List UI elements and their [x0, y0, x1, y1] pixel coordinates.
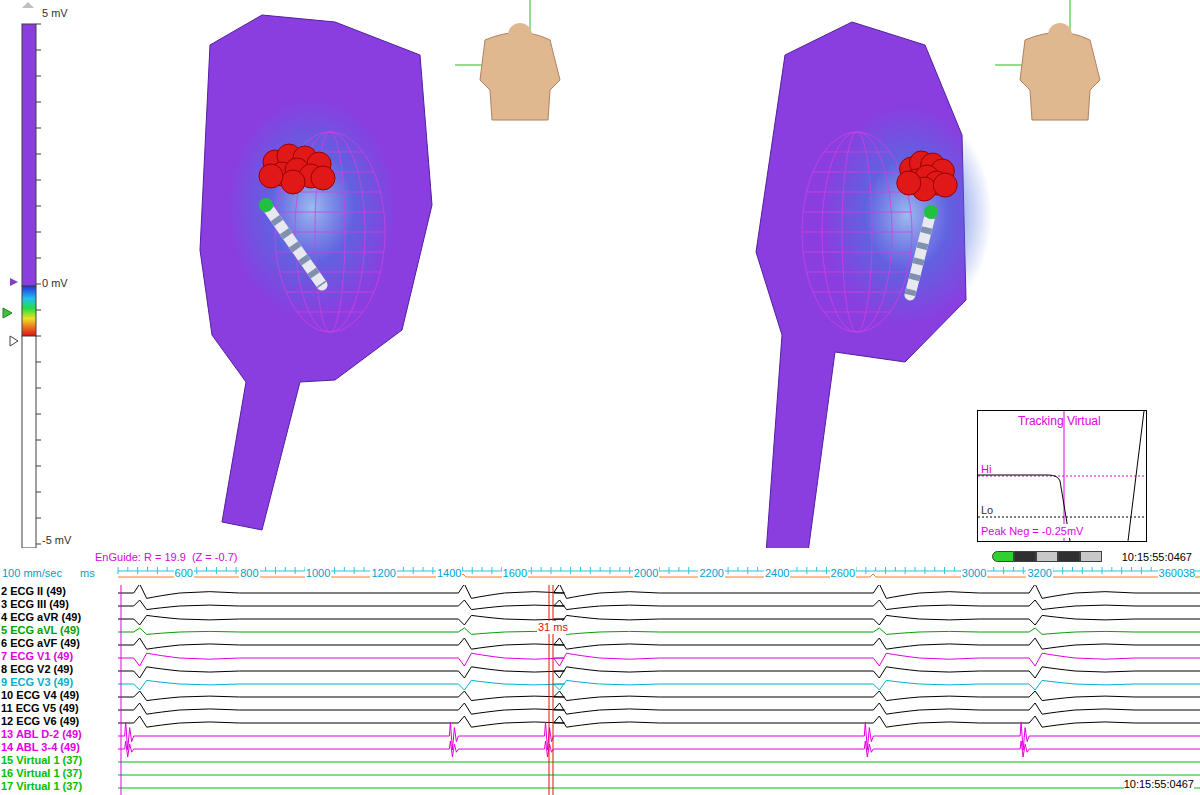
- colorbar-top-label: 5 mV: [42, 5, 68, 22]
- ruler-unit: ms: [80, 565, 95, 582]
- channel-trace: [118, 722, 1200, 750]
- cursor-line[interactable]: [121, 585, 122, 795]
- channel-trace: [118, 775, 1200, 776]
- channel-trace: [118, 585, 1200, 598]
- inset-title: Tracking Virtual: [1018, 412, 1101, 430]
- channel-label[interactable]: 17 Virtual 1 (37): [0, 780, 118, 793]
- progress-segment: [992, 551, 1014, 562]
- channel-label[interactable]: 11 ECG V5 (49): [0, 702, 118, 715]
- trace-canvas[interactable]: [118, 585, 1200, 795]
- inset-reading: Peak Neg = -0.25mV: [981, 524, 1085, 538]
- ruler-tick-label: 1000: [305, 565, 331, 582]
- channel-label[interactable]: 14 ABL 3-4 (49): [0, 741, 118, 754]
- inset-lo-label: Lo: [981, 502, 993, 519]
- channel-trace: [118, 667, 1200, 678]
- ruler-tick-label: 3600: [1158, 565, 1184, 582]
- catheter-icon[interactable]: [259, 198, 322, 285]
- channel-trace: [118, 653, 1200, 666]
- ruler-tick-label: 600: [174, 565, 194, 582]
- channel-trace: [118, 600, 1200, 610]
- status-time: 10:15:55:0467: [1122, 550, 1192, 564]
- channel-label[interactable]: 5 ECG aVL (49): [0, 624, 118, 637]
- progress-segment: [1036, 551, 1058, 562]
- channel-trace: [118, 638, 1200, 649]
- map-viewport[interactable]: 5 mV 0 mV -5 mV Tracking Virtual Hi Lo Peak Ne…: [0, 0, 1200, 548]
- ruler-tick-label: 3000: [961, 565, 987, 582]
- torso-orientation-icon: [455, 0, 560, 120]
- channel-trace: [118, 703, 1200, 714]
- channel-label[interactable]: 4 ECG aVR (49): [0, 611, 118, 624]
- tracking-inset: Tracking Virtual Hi Lo Peak Neg = -0.25mV: [977, 410, 1147, 542]
- ruler-tick-label: 1200: [370, 565, 396, 582]
- ruler-tick-label: 800: [239, 565, 259, 582]
- enguide-readout: EnGuide: R = 19.9 (Z = -0.7): [95, 550, 237, 564]
- heart-geometry[interactable]: [200, 15, 432, 530]
- marker-line[interactable]: [553, 585, 554, 795]
- lesion-markers: [897, 151, 957, 201]
- mesh-ellipse: [802, 132, 912, 332]
- channel-label[interactable]: 7 ECG V1 (49): [0, 650, 118, 663]
- trace-panel[interactable]: 2 ECG II (49)3 ECG III (49)4 ECG aVR (49…: [0, 585, 1200, 795]
- channel-trace: [118, 762, 1200, 763]
- time-ruler: 100 mm/sec ms 600 800 1000 1200 1400 1600 2000 22…: [0, 565, 1200, 585]
- channel-label[interactable]: 16 Virtual 1 (37): [0, 767, 118, 780]
- channel-label[interactable]: 8 ECG V2 (49): [0, 663, 118, 676]
- channel-trace: [118, 741, 1200, 757]
- channel-label[interactable]: 10 ECG V4 (49): [0, 689, 118, 702]
- ruler-tick-label: 1400: [436, 565, 462, 582]
- channel-trace: [118, 680, 1200, 690]
- ruler-tick-label: 2400: [764, 565, 790, 582]
- channel-trace: [118, 716, 1200, 727]
- ruler-tick-label: 1600: [502, 565, 528, 582]
- footer-time: 10:15:55:0467: [1124, 778, 1194, 791]
- progress-segment: [1058, 551, 1080, 562]
- progress-segment: [1014, 551, 1036, 562]
- channel-label[interactable]: 12 ECG V6 (49): [0, 715, 118, 728]
- progress-indicator: [992, 551, 1102, 562]
- catheter-icon[interactable]: [910, 205, 938, 295]
- channel-label[interactable]: 9 ECG V3 (49): [0, 676, 118, 689]
- lesion-markers: [259, 144, 335, 194]
- ruler-speed: 100 mm/sec: [2, 565, 64, 582]
- mapping-screen: 5 mV 0 mV -5 mV Tracking Virtual Hi Lo Peak Ne…: [0, 0, 1200, 795]
- channel-labels: 2 ECG II (49)3 ECG III (49)4 ECG aVR (49…: [0, 585, 118, 795]
- status-row: EnGuide: R = 19.9 (Z = -0.7) 10:15:55:046…: [0, 548, 1200, 565]
- channel-label[interactable]: 15 Virtual 1 (37): [0, 754, 118, 767]
- colorbar-bottom-label: -5 mV: [42, 532, 71, 549]
- ruler-tick-label: 38: [1183, 565, 1195, 582]
- channel-trace: [118, 628, 1200, 634]
- marker-label: 31 ms: [537, 621, 569, 634]
- channel-label[interactable]: 6 ECG aVF (49): [0, 637, 118, 650]
- channel-label[interactable]: 2 ECG II (49): [0, 585, 118, 598]
- heart-geometry[interactable]: [756, 22, 992, 548]
- voltage-colorbar[interactable]: [3, 2, 41, 548]
- ruler-tick-label: 3200: [1026, 565, 1052, 582]
- colorbar-mid-label: 0 mV: [42, 275, 68, 292]
- channel-trace: [118, 615, 1200, 625]
- ruler-tick-label: 2600: [830, 565, 856, 582]
- marker-line[interactable]: [549, 585, 550, 795]
- channel-trace: [118, 691, 1200, 701]
- ruler-tick-label: 2000: [633, 565, 659, 582]
- ruler-tick-label: 2200: [698, 565, 724, 582]
- channel-trace: [118, 788, 1200, 789]
- inset-hi-label: Hi: [981, 461, 991, 478]
- channel-label[interactable]: 13 ABL D-2 (49): [0, 728, 118, 741]
- progress-segment: [1080, 551, 1102, 562]
- torso-orientation-icon: [995, 0, 1100, 120]
- channel-label[interactable]: 3 ECG III (49): [0, 598, 118, 611]
